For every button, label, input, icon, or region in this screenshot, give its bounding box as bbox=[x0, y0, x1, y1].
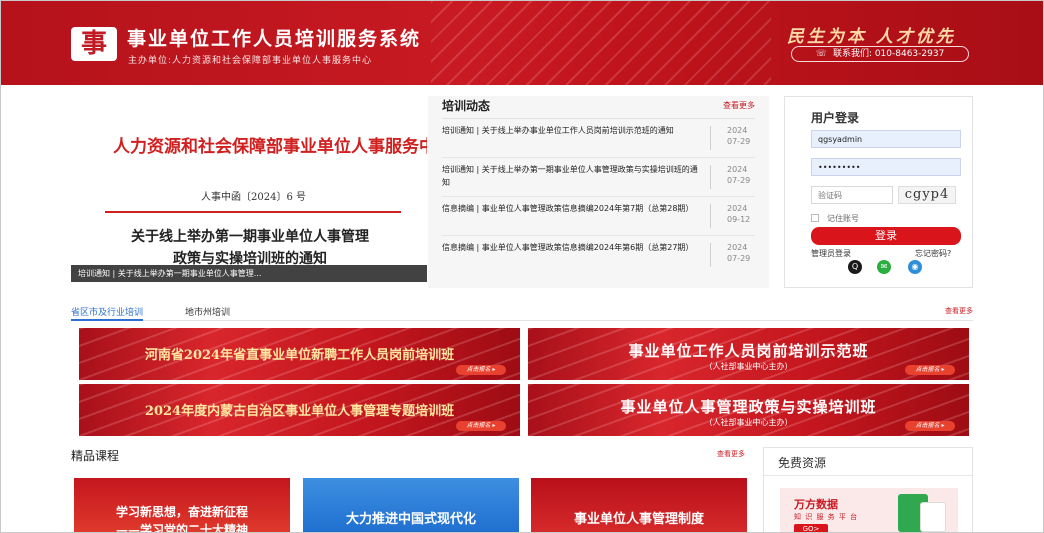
free-resources-divider bbox=[764, 475, 972, 476]
page-frame: 事 事业单位工作人员培训服务系统 主办单位:人力资源和社会保障部事业单位人事服务… bbox=[0, 0, 1044, 533]
news-item-divider bbox=[710, 243, 711, 267]
notice-title-line1: 关于线上举办第一期事业单位人事管理 bbox=[131, 229, 369, 245]
course-card[interactable]: 事业单位人事管理制度 bbox=[531, 478, 747, 532]
course-card[interactable]: 学习新思想，奋进新征程 ——学习党的二十大精神 bbox=[74, 478, 290, 533]
news-item-text[interactable]: 培训通知 | 关于线上举办第一期事业单位人事管理政策与实操培训班的通知 bbox=[442, 163, 704, 189]
banner-title: 事业单位工作人员岗前培训示范班 bbox=[628, 342, 869, 360]
banner-signup-button[interactable]: 点击报名 ▸ bbox=[905, 421, 955, 431]
training-banner[interactable]: 河南省2024年省直事业单位新聘工作人员岗前培训班 点击报名 ▸ bbox=[79, 328, 520, 380]
login-panel: 用户登录 cgyp4 记住账号 登录 管理员登录 忘记密码? Q ✉ ◉ bbox=[784, 96, 973, 288]
site-header: 事 事业单位工作人员培训服务系统 主办单位:人力资源和社会保障部事业单位人事服务… bbox=[1, 1, 1043, 85]
site-logo[interactable]: 事 bbox=[71, 27, 117, 61]
news-title: 培训动态 bbox=[442, 99, 491, 113]
remember-label: 记住账号 bbox=[827, 214, 859, 223]
login-title: 用户登录 bbox=[811, 111, 860, 125]
news-more-link[interactable]: 查看更多 bbox=[723, 100, 755, 111]
course-title: 事业单位人事管理制度 bbox=[573, 512, 704, 527]
hotline-text: 联系我们: 010-8463-2937 bbox=[832, 49, 945, 59]
news-item-date: 2024 07-29 bbox=[727, 126, 751, 146]
news-item-divider bbox=[710, 126, 711, 150]
free-resources-panel: 免费资源 万方数据 知 识 服 务 平 台 GO> bbox=[763, 447, 973, 532]
banner-title: 2024年度内蒙古自治区事业单位人事管理专题培训班 bbox=[144, 404, 455, 419]
training-banner[interactable]: 事业单位工作人员岗前培训示范班 （人社部事业中心主办） 点击报名 ▸ bbox=[528, 328, 969, 380]
courses-title: 精品课程 bbox=[71, 449, 120, 463]
tab-city-prefecture[interactable]: 地市州培训 bbox=[185, 305, 230, 321]
training-news-panel: 培训动态 查看更多 培训通知 | 关于线上举办事业单位工作人员岗前培训示范班的通… bbox=[428, 96, 769, 288]
carousel-caption[interactable]: 培训通知 | 关于线上举办第一期事业单位人事管理... bbox=[71, 265, 427, 282]
banner-title: 事业单位人事管理政策与实操培训班 bbox=[620, 398, 877, 416]
course-subtitle: ——学习党的二十大精神 bbox=[115, 523, 248, 533]
notice-org: 人力资源和社会保障部事业单位人事服务中心 bbox=[113, 137, 427, 157]
qq-login-icon[interactable]: Q bbox=[848, 260, 862, 274]
resource-desc: 知 识 服 务 平 台 bbox=[794, 513, 859, 521]
news-item-divider bbox=[710, 204, 711, 228]
news-item[interactable]: 培训通知 | 关于线上举办事业单位工作人员岗前培训示范班的通知 2024 07-2… bbox=[442, 119, 755, 158]
banner-subtitle: （人社部事业中心主办） bbox=[704, 362, 793, 371]
training-banner[interactable]: 事业单位人事管理政策与实操培训班 （人社部事业中心主办） 点击报名 ▸ bbox=[528, 384, 969, 436]
header-slogan: 民生为本 人才优先 bbox=[787, 27, 956, 47]
tabs-more-link[interactable]: 查看更多 bbox=[945, 306, 973, 316]
resource-go-button[interactable]: GO> bbox=[794, 524, 828, 532]
news-carousel-image[interactable]: 人力资源和社会保障部事业单位人事服务中心 人事中函〔2024〕6 号 关于线上举… bbox=[71, 96, 427, 282]
news-item-text[interactable]: 信息摘编 | 事业单位人事管理政策信息摘编2024年第7期（总第28期） bbox=[442, 202, 704, 215]
remember-checkbox[interactable] bbox=[811, 214, 819, 222]
course-title: 学习新思想，奋进新征程 bbox=[115, 505, 248, 519]
news-item-divider bbox=[710, 165, 711, 189]
login-button[interactable]: 登录 bbox=[811, 227, 961, 245]
courses-more-link[interactable]: 查看更多 bbox=[717, 449, 745, 459]
wechat-login-icon[interactable]: ✉ bbox=[877, 260, 891, 274]
wanfang-resource-card[interactable]: 万方数据 知 识 服 务 平 台 GO> bbox=[780, 488, 958, 532]
remember-account[interactable]: 记住账号 bbox=[811, 213, 859, 224]
password-input[interactable] bbox=[811, 158, 961, 176]
notice-red-rule bbox=[105, 211, 401, 213]
phone-icon: ☏ bbox=[815, 49, 827, 59]
banner-signup-button[interactable]: 点击报名 ▸ bbox=[456, 421, 506, 431]
news-item[interactable]: 信息摘编 | 事业单位人事管理政策信息摘编2024年第7期（总第28期） 202… bbox=[442, 197, 755, 236]
news-item[interactable]: 培训通知 | 关于线上举办第一期事业单位人事管理政策与实操培训班的通知 2024… bbox=[442, 158, 755, 197]
header-pattern bbox=[431, 1, 771, 85]
site-subtitle: 主办单位:人力资源和社会保障部事业单位人事服务中心 bbox=[128, 56, 373, 66]
document-icon bbox=[920, 502, 946, 532]
username-input[interactable] bbox=[811, 130, 961, 148]
admin-login-link[interactable]: 管理员登录 bbox=[811, 248, 851, 259]
news-item-date: 2024 09-12 bbox=[727, 204, 751, 224]
course-title: 大力推进中国式现代化 bbox=[345, 512, 476, 527]
training-banner[interactable]: 2024年度内蒙古自治区事业单位人事管理专题培训班 点击报名 ▸ bbox=[79, 384, 520, 436]
captcha-input[interactable] bbox=[811, 186, 893, 204]
news-item-date: 2024 07-29 bbox=[727, 243, 751, 263]
news-item-text[interactable]: 信息摘编 | 事业单位人事管理政策信息摘编2024年第6期（总第27期） bbox=[442, 241, 704, 254]
site-title: 事业单位工作人员培训服务系统 bbox=[127, 28, 422, 50]
resource-name: 万方数据 bbox=[794, 498, 838, 511]
news-item[interactable]: 信息摘编 | 事业单位人事管理政策信息摘编2024年第6期（总第27期） 202… bbox=[442, 236, 755, 275]
weibo-login-icon[interactable]: ◉ bbox=[908, 260, 922, 274]
captcha-image[interactable]: cgyp4 bbox=[898, 186, 956, 204]
news-item-text[interactable]: 培训通知 | 关于线上举办事业单位工作人员岗前培训示范班的通知 bbox=[442, 124, 704, 137]
banner-title: 河南省2024年省直事业单位新聘工作人员岗前培训班 bbox=[144, 348, 455, 363]
forgot-password-link[interactable]: 忘记密码? bbox=[915, 248, 951, 259]
banner-subtitle: （人社部事业中心主办） bbox=[704, 418, 793, 427]
training-tabs: 省区市及行业培训 地市州培训 查看更多 bbox=[71, 305, 973, 321]
free-resources-title: 免费资源 bbox=[778, 456, 827, 470]
notice-doc-number: 人事中函〔2024〕6 号 bbox=[201, 192, 306, 203]
course-card[interactable]: 大力推进中国式现代化 bbox=[303, 478, 519, 532]
banner-signup-button[interactable]: 点击报名 ▸ bbox=[456, 365, 506, 375]
news-item-date: 2024 07-29 bbox=[727, 165, 751, 185]
news-header: 培训动态 查看更多 bbox=[442, 96, 755, 119]
banner-signup-button[interactable]: 点击报名 ▸ bbox=[905, 365, 955, 375]
contact-hotline: ☏ 联系我们: 010-8463-2937 bbox=[791, 46, 969, 62]
courses-header: 精品课程 查看更多 bbox=[71, 447, 745, 465]
tab-province-industry[interactable]: 省区市及行业培训 bbox=[71, 305, 144, 321]
